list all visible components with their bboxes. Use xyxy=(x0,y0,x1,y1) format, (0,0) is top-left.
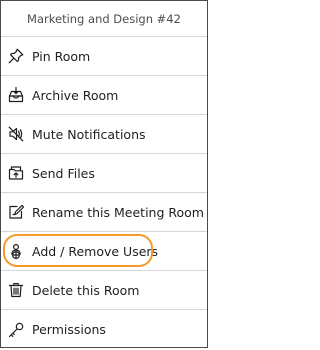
pin-icon xyxy=(7,47,25,65)
pin-room-item[interactable]: Pin Room xyxy=(1,37,207,76)
send-files-label: Send Files xyxy=(32,165,95,181)
send-files-icon xyxy=(7,164,25,182)
rename-room-label: Rename this Meeting Room xyxy=(32,204,204,220)
permissions-item[interactable]: Permissions xyxy=(1,310,207,349)
key-icon xyxy=(7,321,25,339)
permissions-label: Permissions xyxy=(32,322,106,337)
add-remove-users-item[interactable]: Add / Remove Users xyxy=(1,232,207,271)
mute-notifications-item[interactable]: Mute Notifications xyxy=(1,115,207,154)
mute-icon xyxy=(7,125,25,143)
archive-room-label: Archive Room xyxy=(32,87,119,103)
archive-icon xyxy=(7,86,25,104)
add-remove-users-label: Add / Remove Users xyxy=(32,243,159,259)
send-files-item[interactable]: Send Files xyxy=(1,154,207,193)
rename-room-item[interactable]: Rename this Meeting Room xyxy=(1,193,207,232)
menu-header-room-name: Marketing and Design #42 xyxy=(1,1,207,37)
pin-room-label: Pin Room xyxy=(32,48,91,64)
mute-notifications-label: Mute Notifications xyxy=(32,126,146,142)
delete-room-label: Delete this Room xyxy=(32,282,140,298)
delete-room-item[interactable]: Delete this Room xyxy=(1,271,207,310)
archive-room-item[interactable]: Archive Room xyxy=(1,76,207,115)
trash-icon xyxy=(7,281,25,299)
room-context-menu: Marketing and Design #42 Pin Room Archiv… xyxy=(0,0,208,348)
rename-icon xyxy=(7,203,25,221)
add-remove-users-icon xyxy=(7,242,25,260)
